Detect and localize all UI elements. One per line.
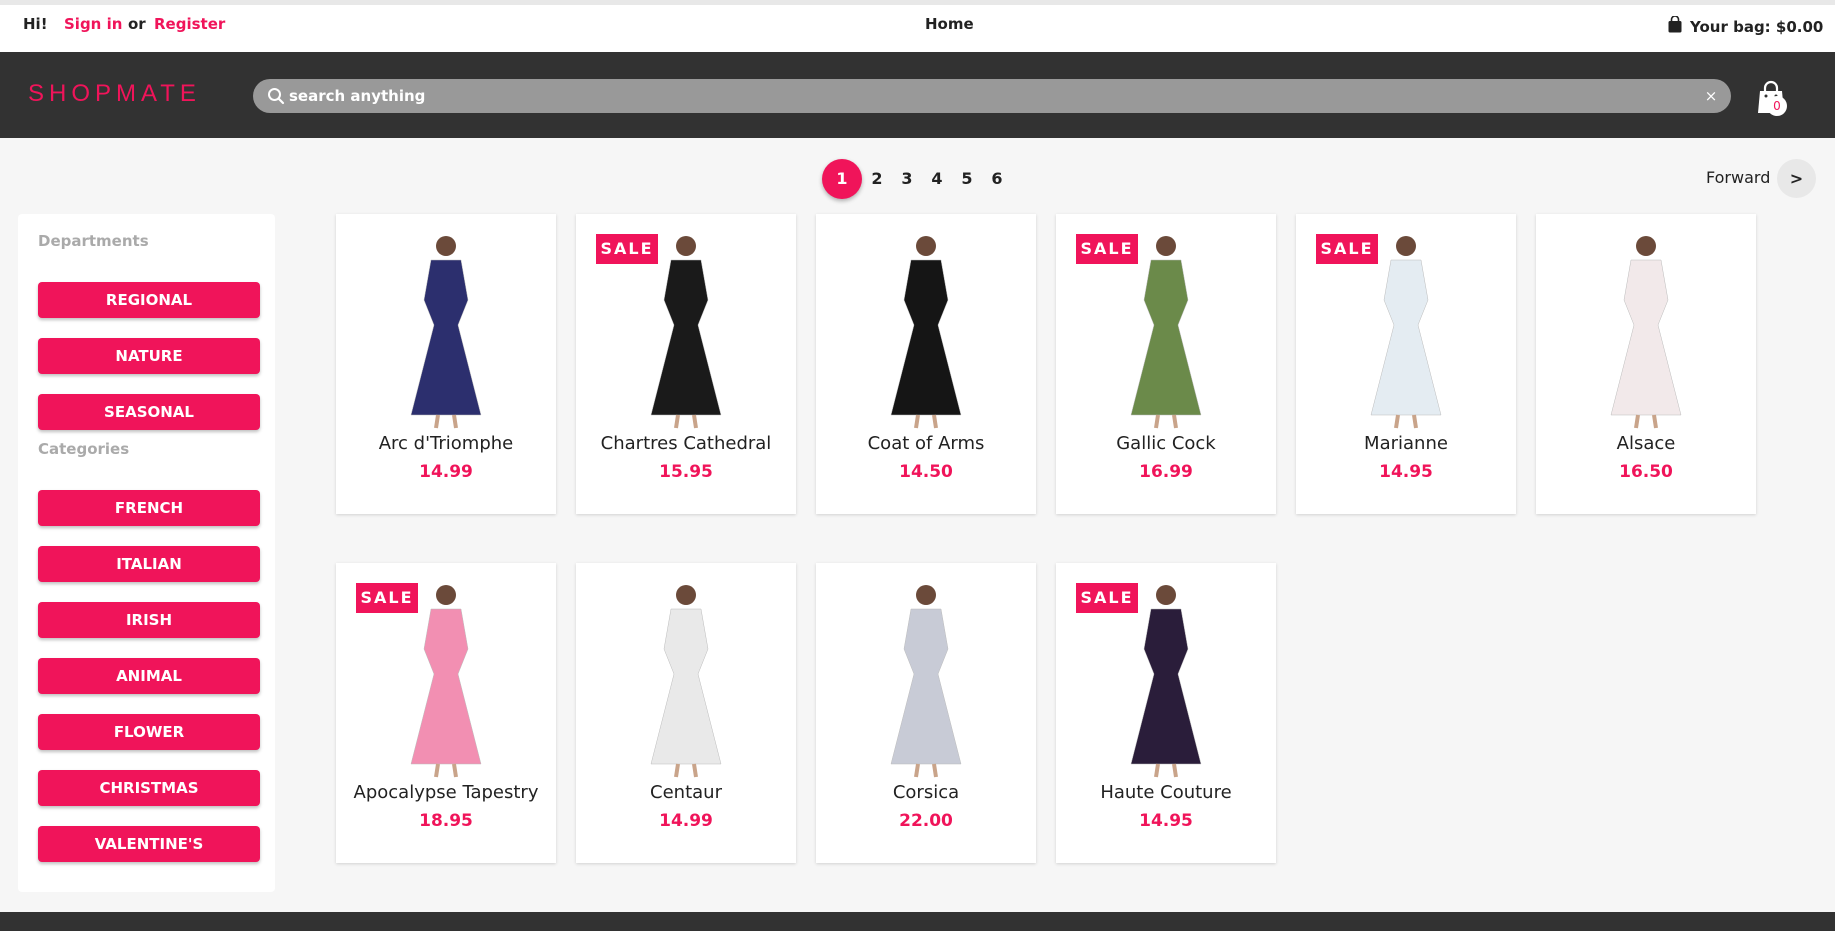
product-name[interactable]: Haute Couture	[1056, 782, 1276, 803]
sale-badge: SALE	[1076, 583, 1138, 613]
product-card[interactable]: SALE Haute Couture 14.95	[1056, 563, 1276, 863]
product-image[interactable]	[1576, 230, 1716, 430]
bag-total[interactable]: Your bag: $0.00	[1690, 18, 1823, 36]
forward-button[interactable]: >	[1777, 159, 1816, 198]
greeting-text: Hi!	[23, 15, 48, 33]
product-name[interactable]: Centaur	[576, 782, 796, 803]
sidebar: Departments REGIONAL NATURE SEASONAL Cat…	[18, 214, 275, 892]
footer	[0, 912, 1835, 931]
category-valentines-button[interactable]: VALENTINE'S	[38, 826, 260, 862]
product-card[interactable]: Corsica 22.00	[816, 563, 1036, 863]
product-name[interactable]: Apocalypse Tapestry	[336, 782, 556, 803]
top-bar: Hi! Sign in or Register Home Your bag: $…	[0, 5, 1835, 52]
product-image[interactable]	[856, 230, 996, 430]
product-price: 14.95	[1379, 462, 1433, 482]
department-regional-button[interactable]: REGIONAL	[38, 282, 260, 318]
sale-badge: SALE	[356, 583, 418, 613]
search-bar[interactable]: ×	[253, 79, 1731, 113]
sign-in-link[interactable]: Sign in	[64, 15, 122, 33]
sale-badge: SALE	[596, 234, 658, 264]
search-input[interactable]	[289, 79, 1669, 113]
bag-icon	[1668, 16, 1682, 33]
product-price: 14.99	[419, 462, 473, 482]
product-card[interactable]: SALE Marianne 14.95	[1296, 214, 1516, 514]
category-christmas-button[interactable]: CHRISTMAS	[38, 770, 260, 806]
product-name[interactable]: Marianne	[1296, 433, 1516, 454]
product-card[interactable]: SALE Chartres Cathedral 15.95	[576, 214, 796, 514]
category-flower-button[interactable]: FLOWER	[38, 714, 260, 750]
product-name[interactable]: Corsica	[816, 782, 1036, 803]
forward-label[interactable]: Forward	[1706, 168, 1770, 187]
product-card[interactable]: SALE Gallic Cock 16.99	[1056, 214, 1276, 514]
product-card[interactable]: Arc d'Triomphe 14.99	[336, 214, 556, 514]
category-irish-button[interactable]: IRISH	[38, 602, 260, 638]
header: SHOPMATE × 0	[0, 52, 1835, 138]
page-6-button[interactable]: 6	[977, 159, 1017, 199]
product-price: 15.95	[659, 462, 713, 482]
department-seasonal-button[interactable]: SEASONAL	[38, 394, 260, 430]
categories-heading: Categories	[38, 440, 130, 458]
product-price: 16.99	[1139, 462, 1193, 482]
product-image[interactable]	[856, 579, 996, 779]
product-card[interactable]: SALE Apocalypse Tapestry 18.95	[336, 563, 556, 863]
logo[interactable]: SHOPMATE	[28, 80, 201, 108]
register-link[interactable]: Register	[154, 15, 225, 33]
or-text: or	[128, 15, 146, 33]
product-price: 14.95	[1139, 811, 1193, 831]
product-price: 22.00	[899, 811, 953, 831]
category-french-button[interactable]: FRENCH	[38, 490, 260, 526]
clear-search-icon[interactable]: ×	[1701, 86, 1721, 106]
product-image[interactable]	[376, 230, 516, 430]
product-price: 16.50	[1619, 462, 1673, 482]
departments-heading: Departments	[38, 232, 149, 250]
product-price: 14.50	[899, 462, 953, 482]
product-card[interactable]: Centaur 14.99	[576, 563, 796, 863]
home-link[interactable]: Home	[925, 15, 974, 33]
product-card[interactable]: Coat of Arms 14.50	[816, 214, 1036, 514]
sale-badge: SALE	[1316, 234, 1378, 264]
category-animal-button[interactable]: ANIMAL	[38, 658, 260, 694]
product-name[interactable]: Arc d'Triomphe	[336, 433, 556, 454]
product-card[interactable]: Alsace 16.50	[1536, 214, 1756, 514]
product-name[interactable]: Coat of Arms	[816, 433, 1036, 454]
product-name[interactable]: Gallic Cock	[1056, 433, 1276, 454]
search-icon	[268, 88, 285, 105]
cart-count-badge: 0	[1767, 96, 1787, 116]
page-1-button[interactable]: 1	[822, 159, 862, 199]
sale-badge: SALE	[1076, 234, 1138, 264]
product-image[interactable]	[616, 579, 756, 779]
product-price: 14.99	[659, 811, 713, 831]
product-price: 18.95	[419, 811, 473, 831]
product-name[interactable]: Chartres Cathedral	[576, 433, 796, 454]
department-nature-button[interactable]: NATURE	[38, 338, 260, 374]
category-italian-button[interactable]: ITALIAN	[38, 546, 260, 582]
product-name[interactable]: Alsace	[1536, 433, 1756, 454]
